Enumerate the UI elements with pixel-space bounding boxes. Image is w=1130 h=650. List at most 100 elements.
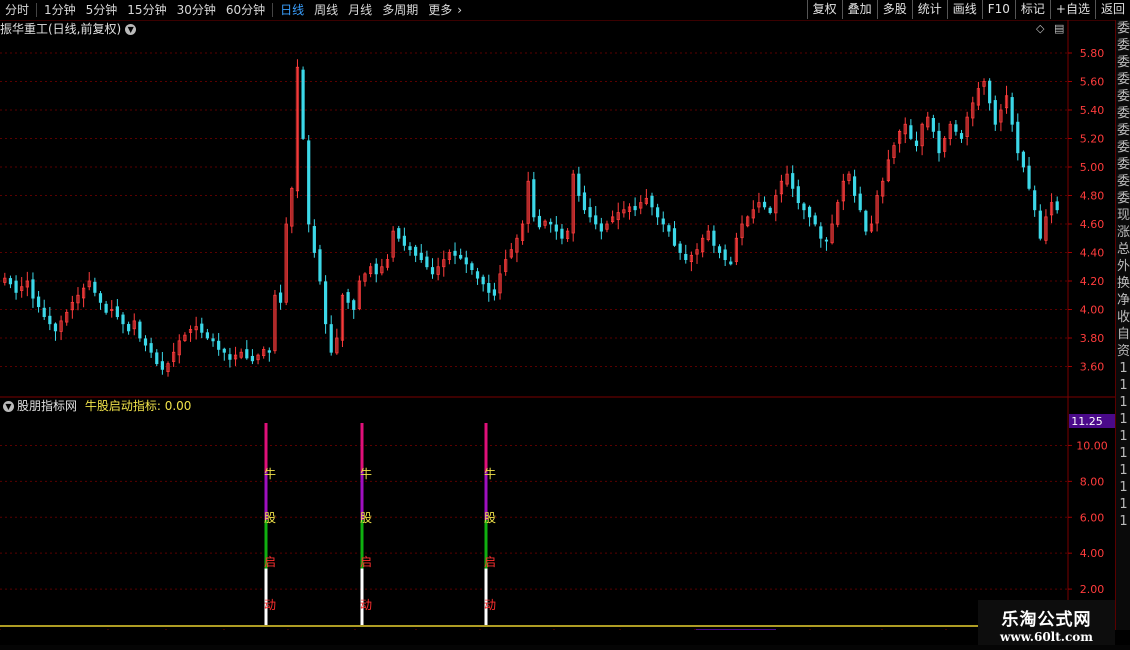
strip-label: 委 xyxy=(1116,55,1130,70)
indicator-axis: 10.00 8.00 6.00 4.00 2.00 11.25 xyxy=(1068,414,1115,596)
candle-body xyxy=(813,215,817,225)
candle xyxy=(594,205,598,230)
candlestick-series xyxy=(3,59,1059,377)
signal-char: 牛 xyxy=(484,466,496,481)
strip-label: 1 xyxy=(1119,446,1128,461)
candle xyxy=(993,95,997,131)
candle-body xyxy=(352,300,356,310)
candle xyxy=(914,131,919,152)
signal-char: 动 xyxy=(264,598,276,612)
strip-label: 1 xyxy=(1119,361,1128,376)
candle xyxy=(25,271,29,297)
candle xyxy=(791,165,795,198)
candle xyxy=(369,262,373,278)
candle-body xyxy=(155,352,159,365)
candle xyxy=(48,307,52,331)
candle-body xyxy=(487,283,491,293)
price-tick-label: 4.20 xyxy=(1080,275,1105,288)
strip-label: 委 xyxy=(1116,123,1130,138)
candle-body xyxy=(138,321,142,339)
candle xyxy=(31,272,35,308)
candle xyxy=(425,250,429,270)
candle xyxy=(520,220,525,245)
candle xyxy=(605,220,609,233)
candle-body xyxy=(430,267,435,275)
candle-body xyxy=(307,140,311,225)
signal-char: 股 xyxy=(484,511,496,525)
candle xyxy=(262,346,266,359)
candle xyxy=(172,342,176,367)
candle xyxy=(774,189,778,222)
chevron-down-icon[interactable]: ▼ xyxy=(3,401,14,412)
candle xyxy=(909,119,913,141)
candle-body xyxy=(914,140,919,147)
candle xyxy=(177,334,181,364)
candle xyxy=(329,315,333,356)
candle xyxy=(982,78,986,95)
candle-body xyxy=(672,228,677,246)
strip-label: 委 xyxy=(1116,38,1130,53)
watermark-title: 乐淘公式网 xyxy=(1001,610,1092,630)
candle-body xyxy=(588,207,592,218)
signal-char: 动 xyxy=(360,598,372,612)
candle xyxy=(391,226,395,262)
candle-body xyxy=(937,130,941,154)
candle xyxy=(498,264,502,300)
candle-body xyxy=(667,225,671,232)
candle-body xyxy=(329,324,333,353)
candle xyxy=(82,283,86,308)
site-watermark: 乐淘公式网 www.60lt.com xyxy=(978,600,1115,650)
candle xyxy=(571,169,575,242)
candle-body xyxy=(160,361,164,370)
strip-label: 现 xyxy=(1116,208,1130,223)
candle xyxy=(543,219,547,229)
candle xyxy=(515,234,519,263)
candle-body xyxy=(470,263,474,270)
candle-body xyxy=(475,271,480,279)
candle xyxy=(312,219,316,258)
candle xyxy=(824,237,829,251)
candle xyxy=(127,321,131,335)
candle-body xyxy=(222,348,226,353)
candle-body xyxy=(346,292,350,303)
candle xyxy=(616,202,620,230)
strip-label: 委 xyxy=(1116,21,1130,36)
candle-body xyxy=(959,133,964,139)
kline-chart[interactable]: 5.80 5.60 5.40 5.20 5.00 4.80 4.60 4.40 4.20 4.00… xyxy=(0,0,1115,630)
candle xyxy=(532,171,536,222)
candle xyxy=(746,215,750,228)
candle xyxy=(701,234,705,258)
candle xyxy=(920,122,924,156)
candle xyxy=(245,340,249,360)
strip-label: 委 xyxy=(1116,191,1130,206)
strip-label: 净 xyxy=(1116,293,1130,308)
candle-body xyxy=(98,293,103,303)
signal-char: 股 xyxy=(264,511,276,525)
signal-char: 牛 xyxy=(360,466,372,481)
candle-body xyxy=(419,252,423,261)
candle xyxy=(346,288,350,309)
candle xyxy=(318,244,322,285)
candle xyxy=(470,261,474,275)
candle-body xyxy=(492,289,497,296)
candle xyxy=(98,291,103,310)
candle xyxy=(340,293,345,348)
strip-label: 1 xyxy=(1119,429,1128,444)
signal-char: 启 xyxy=(360,555,372,569)
candle xyxy=(492,282,497,301)
candle xyxy=(734,232,739,266)
candle xyxy=(819,222,823,248)
candle xyxy=(678,241,682,260)
candle xyxy=(549,218,553,233)
candle xyxy=(250,349,255,365)
candle xyxy=(1038,204,1042,241)
price-tick-label: 4.80 xyxy=(1080,190,1105,203)
candle xyxy=(357,275,361,311)
candle-body xyxy=(560,228,564,239)
strip-label: 1 xyxy=(1119,497,1128,512)
candle-body xyxy=(211,338,215,342)
candle xyxy=(886,149,890,183)
candle xyxy=(1049,193,1054,224)
strip-label: 1 xyxy=(1119,463,1128,478)
candle xyxy=(841,173,845,211)
